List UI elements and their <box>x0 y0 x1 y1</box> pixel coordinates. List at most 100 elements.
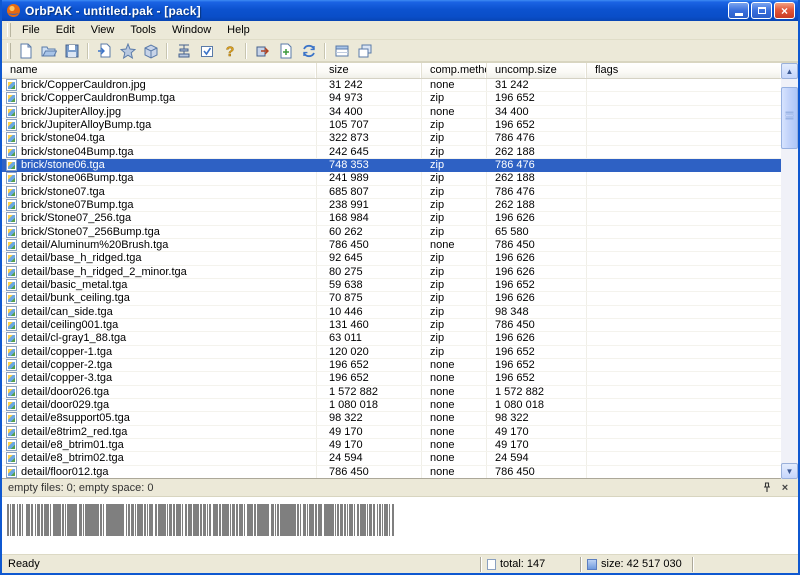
flags-cell <box>587 439 781 451</box>
uncomp-size-cell: 49 170 <box>487 426 587 438</box>
page-plus-icon <box>278 43 294 59</box>
image-file-icon <box>6 92 17 104</box>
comp-method-cell: none <box>422 439 487 451</box>
table-row[interactable]: brick/CopperCauldronBump.tga94 973zip196… <box>2 92 781 105</box>
table-row[interactable]: detail/e8support05.tga98 322none98 322 <box>2 412 781 425</box>
column-header-name[interactable]: name <box>2 63 317 78</box>
title-bar[interactable]: OrbPAK - untitled.pak - [pack] × <box>2 0 798 21</box>
table-row[interactable]: brick/Stone07_256.tga168 984zip196 626 <box>2 212 781 225</box>
restore-button[interactable] <box>751 2 772 19</box>
verify-button[interactable] <box>195 41 218 61</box>
menu-help[interactable]: Help <box>219 22 258 39</box>
image-file-icon <box>6 332 17 344</box>
image-file-icon <box>6 452 17 464</box>
compress-button[interactable] <box>172 41 195 61</box>
table-row[interactable]: brick/JupiterAlloy.jpg34 400none34 400 <box>2 106 781 119</box>
file-name-cell: brick/JupiterAlloy.jpg <box>2 106 317 118</box>
table-row[interactable]: brick/stone06Bump.tga241 989zip262 188 <box>2 172 781 185</box>
table-row[interactable]: detail/cl-gray1_88.tga63 011zip196 626 <box>2 332 781 345</box>
scroll-down-button[interactable]: ▼ <box>781 463 798 479</box>
image-file-icon <box>6 106 17 118</box>
toolbar-separator <box>166 43 168 59</box>
pin-button[interactable] <box>760 481 774 494</box>
file-name-cell: detail/copper-2.tga <box>2 359 317 371</box>
box-icon <box>143 43 159 59</box>
toolbar-grip[interactable] <box>7 43 11 59</box>
extract-button[interactable] <box>251 41 274 61</box>
table-row[interactable]: detail/floor012.tga786 450none786 450 <box>2 466 781 478</box>
minimize-button[interactable] <box>728 2 749 19</box>
table-row[interactable]: detail/copper-1.tga120 020zip196 652 <box>2 346 781 359</box>
menu-view[interactable]: View <box>83 22 123 39</box>
vertical-scrollbar[interactable]: ▲ ▼ <box>781 63 798 479</box>
package-button[interactable] <box>139 41 162 61</box>
open-button[interactable] <box>37 41 60 61</box>
uncomp-size-cell: 262 188 <box>487 146 587 158</box>
menu-grip[interactable] <box>7 23 11 37</box>
file-name-cell: brick/stone06.tga <box>2 159 317 171</box>
table-row[interactable]: detail/basic_metal.tga59 638zip196 652 <box>2 279 781 292</box>
menu-file[interactable]: File <box>14 22 48 39</box>
scroll-up-button[interactable]: ▲ <box>781 63 798 79</box>
table-row[interactable]: detail/e8trim2_red.tga49 170none49 170 <box>2 426 781 439</box>
table-row[interactable]: detail/door026.tga1 572 882none1 572 882 <box>2 386 781 399</box>
comp-method-cell: zip <box>422 172 487 184</box>
table-row[interactable]: detail/copper-3.tga196 652none196 652 <box>2 372 781 385</box>
table-row[interactable]: detail/Aluminum%20Brush.tga786 450none78… <box>2 239 781 252</box>
comp-method-cell: zip <box>422 346 487 358</box>
status-size-label: size: 42 517 030 <box>601 558 682 570</box>
size-cell: 241 989 <box>317 172 422 184</box>
flags-cell <box>587 106 781 118</box>
comp-method-cell: zip <box>422 292 487 304</box>
image-file-icon <box>6 119 17 131</box>
preview-button[interactable] <box>274 41 297 61</box>
status-separator <box>692 557 694 572</box>
size-cell: 60 262 <box>317 226 422 238</box>
table-row[interactable]: brick/stone07.tga685 807zip786 476 <box>2 186 781 199</box>
uncomp-size-cell: 196 652 <box>487 92 587 104</box>
menu-tools[interactable]: Tools <box>122 22 164 39</box>
table-row[interactable]: brick/stone06.tga748 353zip786 476 <box>2 159 781 172</box>
minimize-icon <box>735 13 743 16</box>
file-name-cell: brick/stone04Bump.tga <box>2 146 317 158</box>
refresh-button[interactable] <box>297 41 320 61</box>
windows-button[interactable] <box>353 41 376 61</box>
table-row[interactable]: brick/stone07Bump.tga238 991zip262 188 <box>2 199 781 212</box>
uncomp-size-cell: 786 476 <box>487 159 587 171</box>
menu-edit[interactable]: Edit <box>48 22 83 39</box>
table-row[interactable]: detail/e8_btrim02.tga24 594none24 594 <box>2 452 781 465</box>
add-files-button[interactable] <box>93 41 116 61</box>
star-tool-button[interactable] <box>116 41 139 61</box>
column-header-size[interactable]: size <box>317 63 422 78</box>
table-row[interactable]: detail/e8_btrim01.tga49 170none49 170 <box>2 439 781 452</box>
table-row[interactable]: detail/bunk_ceiling.tga70 875zip196 626 <box>2 292 781 305</box>
table-row[interactable]: brick/Stone07_256Bump.tga60 262zip65 580 <box>2 226 781 239</box>
save-button[interactable] <box>60 41 83 61</box>
table-row[interactable]: brick/CopperCauldron.jpg31 242none31 242 <box>2 79 781 92</box>
table-row[interactable]: detail/base_h_ridged_2_minor.tga80 275zi… <box>2 266 781 279</box>
new-button[interactable] <box>14 41 37 61</box>
column-header-flags[interactable]: flags <box>587 63 781 78</box>
column-header-comp-method[interactable]: comp.method <box>422 63 487 78</box>
report-button[interactable] <box>330 41 353 61</box>
app-window: OrbPAK - untitled.pak - [pack] × File Ed… <box>0 0 800 575</box>
table-row[interactable]: detail/door029.tga1 080 018none1 080 018 <box>2 399 781 412</box>
scrollbar-thumb[interactable] <box>781 87 798 149</box>
image-file-icon <box>6 159 17 171</box>
comp-method-cell: none <box>422 426 487 438</box>
table-row[interactable]: brick/JupiterAlloyBump.tga105 707zip196 … <box>2 119 781 132</box>
toolbar-separator <box>324 43 326 59</box>
column-header-uncomp-size[interactable]: uncomp.size <box>487 63 587 78</box>
panel-close-button[interactable]: × <box>778 481 792 494</box>
table-row[interactable]: detail/copper-2.tga196 652none196 652 <box>2 359 781 372</box>
table-row[interactable]: detail/ceiling001.tga131 460zip786 450 <box>2 319 781 332</box>
close-button[interactable]: × <box>774 2 795 19</box>
help-button[interactable]: ? <box>218 41 241 61</box>
table-row[interactable]: detail/can_side.tga10 446zip98 348 <box>2 306 781 319</box>
file-name-cell: brick/Stone07_256Bump.tga <box>2 226 317 238</box>
table-row[interactable]: brick/stone04Bump.tga242 645zip262 188 <box>2 146 781 159</box>
menu-window[interactable]: Window <box>164 22 219 39</box>
size-cell: 92 645 <box>317 252 422 264</box>
table-row[interactable]: brick/stone04.tga322 873zip786 476 <box>2 132 781 145</box>
table-row[interactable]: detail/base_h_ridged.tga92 645zip196 626 <box>2 252 781 265</box>
